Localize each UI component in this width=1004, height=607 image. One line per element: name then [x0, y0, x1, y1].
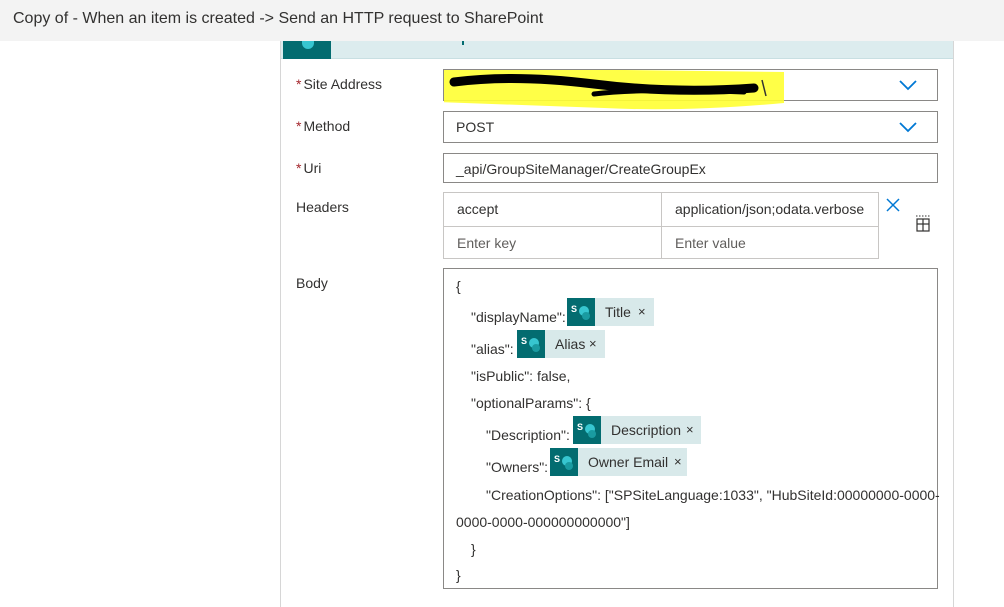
close-icon[interactable] — [885, 197, 901, 213]
body-line-creation-options-cont: 0000-0000-000000000000"] — [456, 514, 630, 530]
new-header-value-input[interactable]: Enter value — [662, 227, 878, 260]
dynamic-content-token-owner-email[interactable]: S Owner Email × — [550, 448, 687, 476]
sharepoint-icon: S — [517, 330, 545, 358]
sharepoint-icon — [283, 41, 331, 59]
method-label: * Method — [296, 118, 351, 134]
dynamic-content-token-title[interactable]: S Title × — [567, 298, 654, 326]
body-line-optional-params: "optionalParams": { — [471, 395, 591, 411]
uri-value: _api/GroupSiteManager/CreateGroupEx — [456, 161, 706, 177]
close-icon[interactable]: × — [674, 454, 682, 469]
dynamic-content-token-description[interactable]: S Description × — [573, 416, 701, 444]
body-line-is-public: "isPublic": false, — [471, 368, 571, 384]
site-address-label: * Site Address — [296, 76, 383, 92]
header-key-input[interactable]: accept — [444, 193, 661, 226]
action-title-fragment — [462, 41, 464, 45]
close-icon[interactable]: × — [638, 304, 646, 319]
method-dropdown[interactable]: POST — [443, 111, 938, 143]
uri-input[interactable]: _api/GroupSiteManager/CreateGroupEx — [443, 153, 938, 183]
body-line-creation-options: "CreationOptions": ["SPSiteLanguage:1033… — [486, 487, 940, 503]
close-icon[interactable]: × — [589, 336, 597, 351]
title-bar: Copy of - When an item is created -> Sen… — [0, 0, 1004, 41]
body-line-open-brace: { — [456, 278, 461, 294]
chevron-down-icon[interactable] — [899, 79, 917, 91]
header-value-input[interactable]: application/json;odata.verbose — [662, 193, 878, 226]
switch-to-text-mode-icon[interactable] — [913, 214, 933, 234]
sharepoint-icon: S — [550, 448, 578, 476]
site-address-dropdown[interactable] — [443, 69, 938, 110]
body-line-display-name: "displayName": — [471, 309, 566, 325]
new-header-key-input[interactable]: Enter key — [444, 227, 661, 260]
action-card-header[interactable] — [281, 41, 953, 59]
sharepoint-icon: S — [567, 298, 595, 326]
body-line-description: "Description": — [486, 427, 570, 443]
headers-table: accept application/json;odata.verbose En… — [443, 192, 879, 259]
dynamic-content-token-alias[interactable]: S Alias × — [517, 330, 605, 358]
sharepoint-icon: S — [573, 416, 601, 444]
body-line-close-inner-brace: } — [471, 541, 476, 557]
close-icon[interactable]: × — [686, 422, 694, 437]
body-line-owners: "Owners": — [486, 459, 549, 475]
headers-label: Headers — [296, 199, 349, 215]
redacted-site-address-markup — [444, 70, 784, 110]
uri-label: * Uri — [296, 160, 322, 176]
body-line-alias: "alias": — [471, 341, 514, 357]
body-label: Body — [296, 275, 328, 291]
chevron-down-icon[interactable] — [899, 121, 917, 133]
body-line-close-outer-brace: } — [456, 567, 461, 583]
body-editor[interactable]: { "displayName": S Title × "alias": S Al… — [443, 268, 940, 589]
flow-title: Copy of - When an item is created -> Sen… — [13, 10, 544, 27]
row-divider — [444, 226, 878, 227]
method-value: POST — [456, 119, 495, 135]
